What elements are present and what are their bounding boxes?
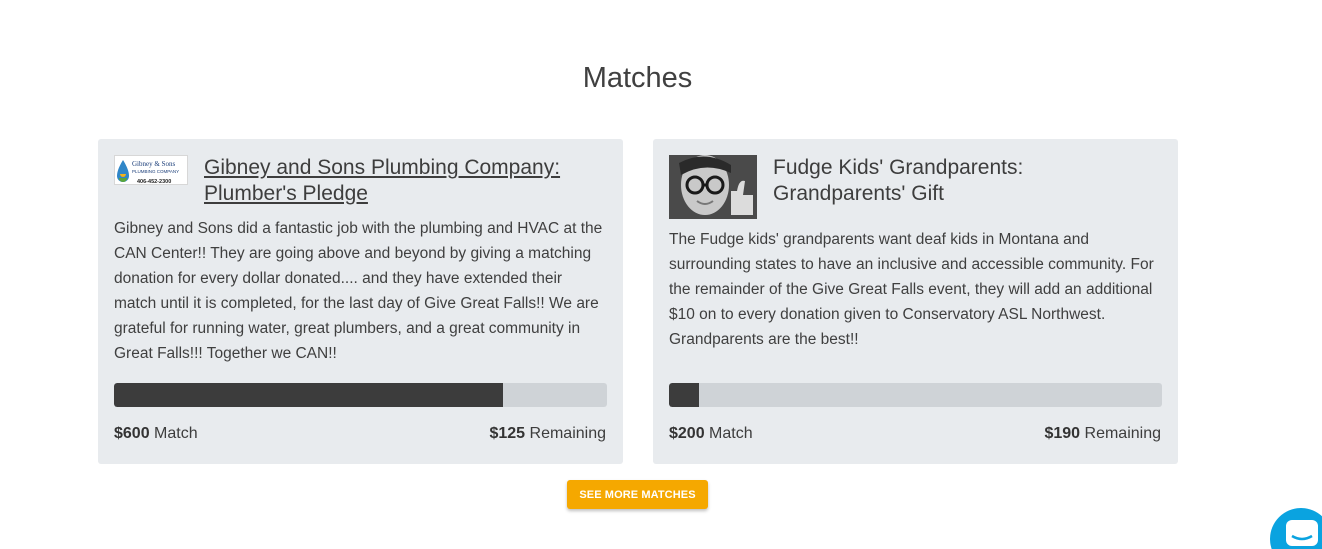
remaining-amount-value: $190: [1044, 425, 1081, 442]
plumbing-logo-icon: Gibney & Sons PLUMBING COMPANY 406-452-2…: [117, 160, 179, 185]
match-card: Gibney & Sons PLUMBING COMPANY 406-452-2…: [98, 139, 623, 464]
match-progress-bar: [114, 383, 607, 407]
section-title: Matches: [582, 62, 693, 94]
match-amount-label: Match: [154, 425, 198, 442]
sponsor-photo: [669, 155, 757, 219]
remaining-amount: $190 Remaining: [1044, 425, 1161, 443]
match-title-line1: Fudge Kids' Grandparents:: [773, 156, 1024, 179]
see-more-matches-button[interactable]: SEE MORE MATCHES: [567, 480, 708, 509]
remaining-amount-label: Remaining: [1084, 425, 1161, 442]
matches-page: Matches Gibney & Sons PLUMBING COMPANY 4…: [0, 0, 1322, 549]
match-title-line2: Plumber's Pledge: [204, 182, 368, 205]
match-amount: $600 Match: [114, 425, 198, 443]
match-description: Gibney and Sons did a fantastic job with…: [114, 220, 603, 362]
remaining-amount: $125 Remaining: [489, 425, 606, 443]
chat-launcher-button[interactable]: [1270, 508, 1322, 549]
match-title-line1: Gibney and Sons Plumbing Company:: [204, 156, 561, 179]
remaining-amount-label: Remaining: [529, 425, 606, 442]
match-progress-bar: [669, 383, 1162, 407]
sponsor-logo: Gibney & Sons PLUMBING COMPANY 406-452-2…: [114, 155, 188, 185]
match-amount-label: Match: [709, 425, 753, 442]
child-photo-icon: [669, 155, 757, 219]
match-card: Fudge Kids' Grandparents: Grandparents' …: [653, 139, 1178, 464]
svg-text:406-452-2300: 406-452-2300: [137, 179, 171, 185]
match-progress-fill: [114, 383, 504, 407]
remaining-amount-value: $125: [489, 425, 526, 442]
match-title-line2: Grandparents' Gift: [773, 182, 944, 205]
svg-text:PLUMBING COMPANY: PLUMBING COMPANY: [132, 169, 179, 174]
match-amount-value: $200: [669, 425, 705, 442]
match-description: The Fudge kids' grandparents want deaf k…: [669, 231, 1154, 348]
match-amount-value: $600: [114, 425, 150, 442]
chat-bubble-icon: [1286, 520, 1318, 546]
match-title: Fudge Kids' Grandparents: Grandparents' …: [773, 155, 1153, 207]
match-title-link[interactable]: Gibney and Sons Plumbing Company: Plumbe…: [204, 155, 604, 207]
svg-text:Gibney & Sons: Gibney & Sons: [132, 160, 175, 168]
match-progress-fill: [669, 383, 699, 407]
match-amount: $200 Match: [669, 425, 753, 443]
